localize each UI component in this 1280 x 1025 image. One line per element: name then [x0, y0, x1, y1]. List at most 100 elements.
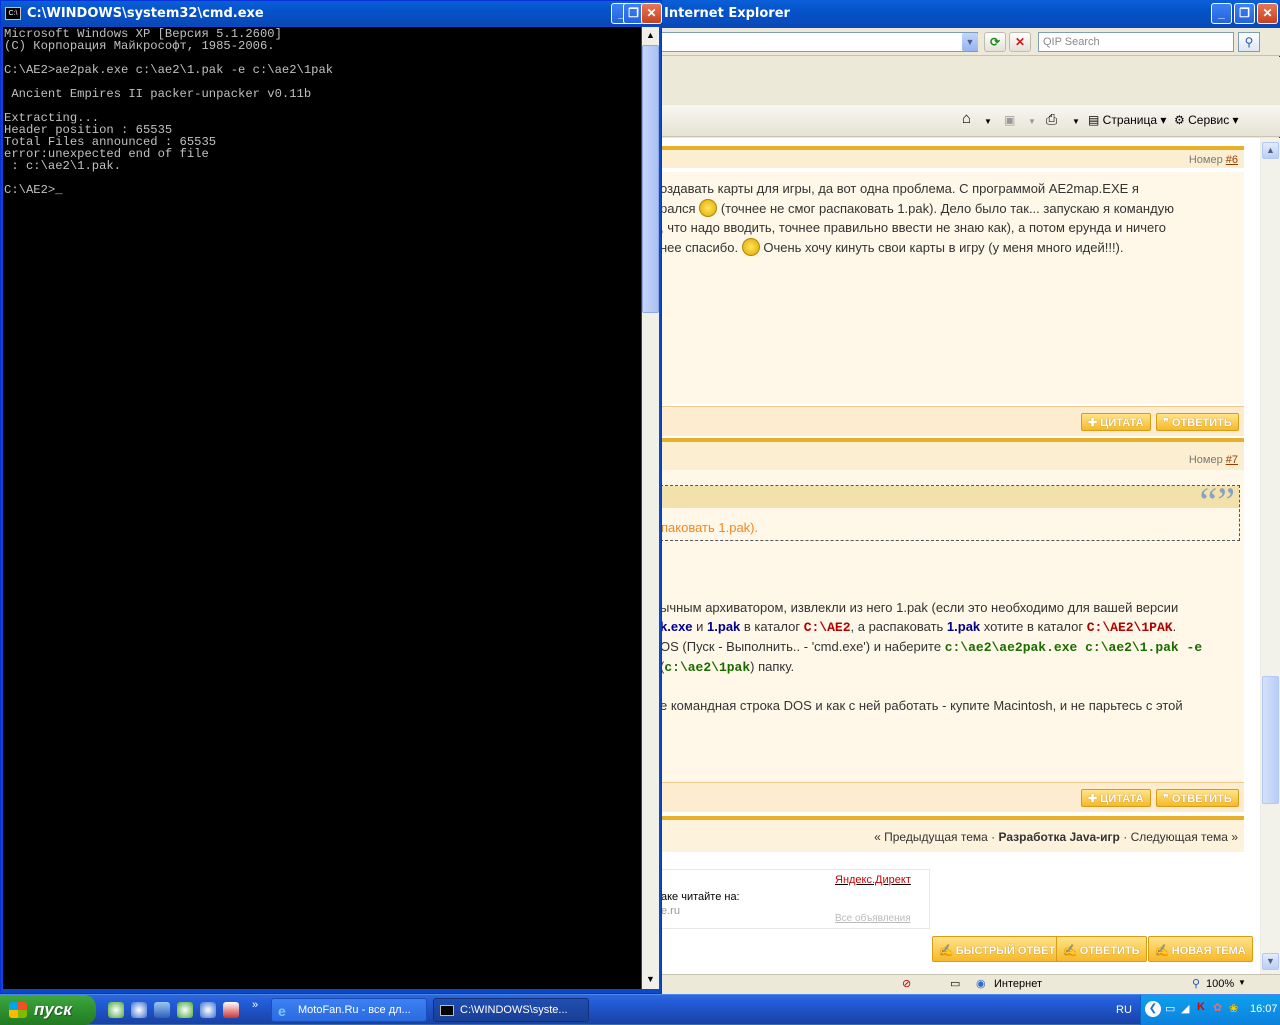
- text: .: [1172, 619, 1177, 634]
- reply-topic-button[interactable]: ✍ ОТВЕТИТЬ: [1056, 936, 1147, 962]
- refresh-icon[interactable]: ⟳: [984, 32, 1006, 52]
- quicklaunch-icon[interactable]: [131, 1002, 147, 1018]
- post-number-link[interactable]: #7: [1226, 454, 1238, 466]
- ad-link[interactable]: e.ru: [661, 905, 680, 917]
- ie-title-bar[interactable]: Internet Explorer: [660, 0, 1280, 28]
- tray-expand-icon[interactable]: ❮: [1145, 1001, 1161, 1017]
- address-dropdown-button[interactable]: ▼: [962, 33, 978, 51]
- start-button[interactable]: пуск: [0, 995, 96, 1025]
- page-scrollbar[interactable]: ▲ ▼: [1260, 138, 1280, 974]
- ie-title: Internet Explorer: [664, 6, 790, 21]
- next-topic-link[interactable]: Следующая тема »: [1131, 830, 1238, 844]
- task-button-ie[interactable]: e MotoFan.Ru - все дл...: [271, 998, 427, 1022]
- thanks-smiley-icon: [741, 237, 760, 256]
- reply-topic-label: ОТВЕТИТЬ: [1079, 945, 1140, 957]
- home-icon[interactable]: ⌂: [962, 110, 971, 127]
- qip-icon[interactable]: ❀: [1229, 1002, 1238, 1015]
- tools-menu[interactable]: ⚙ Сервис ▾: [1174, 113, 1239, 127]
- quick-reply-label: БЫСТРЫЙ ОТВЕТ: [955, 945, 1056, 957]
- path-text: C:\AE2: [803, 620, 851, 635]
- rss-icon[interactable]: ▣: [1004, 113, 1015, 127]
- clock[interactable]: 16:07: [1250, 1003, 1278, 1015]
- ad-title: Яндекс.Директ: [835, 874, 911, 886]
- post-text: ычным архиватором, извлекли из него 1.pa…: [660, 598, 1244, 715]
- post-text: (точнее не смог распаковать 1.pak). Дело…: [720, 200, 1174, 216]
- print-icon[interactable]: ⎙: [1046, 111, 1057, 128]
- zoom-level[interactable]: 100%: [1206, 978, 1234, 990]
- post-number-link[interactable]: #6: [1226, 154, 1238, 166]
- text: в каталог: [740, 619, 804, 634]
- filename-text: 1.pak: [946, 619, 981, 634]
- current-forum-link[interactable]: Разработка Java-игр: [999, 830, 1120, 844]
- show-desktop-icon[interactable]: [154, 1002, 170, 1018]
- quote-button[interactable]: ✚ ЦИТАТА: [1081, 413, 1151, 431]
- quicklaunch-more-button[interactable]: »: [252, 999, 258, 1011]
- quicklaunch-icon[interactable]: [223, 1002, 239, 1018]
- all-ads-link[interactable]: Все объявления: [835, 913, 911, 924]
- console-output[interactable]: Microsoft Windows XP [Версия 5.1.2600] (…: [3, 27, 641, 989]
- qip-search-input[interactable]: QIP Search: [1038, 32, 1234, 52]
- task-label: MotoFan.Ru - все дл...: [298, 1004, 411, 1016]
- task-button-cmd[interactable]: C:\WINDOWS\syste...: [433, 998, 589, 1022]
- post-text-line: OS (Пуск - Выполнить.. - 'cmd.exe') и на…: [660, 637, 1244, 657]
- system-tray: ❮ ▭ ◢ K ✿ ❀ 16:07: [1140, 995, 1280, 1025]
- volume-icon[interactable]: ◢: [1181, 1002, 1189, 1015]
- text: хотите в каталог: [980, 619, 1087, 634]
- post-number-label: Номер: [1188, 454, 1223, 466]
- quicklaunch-icon[interactable]: [200, 1002, 216, 1018]
- reply-button[interactable]: ❞ ОТВЕТИТЬ: [1156, 789, 1239, 807]
- text: и: [692, 619, 708, 634]
- popup-blocked-icon[interactable]: ⊘: [902, 977, 911, 990]
- path-text: C:\AE2\1PAK: [1086, 620, 1173, 635]
- post-text-line: (c:\ae2\1pak) папку.: [660, 657, 1244, 677]
- close-button[interactable]: ✕: [641, 3, 662, 24]
- scroll-thumb[interactable]: [1262, 676, 1279, 804]
- scroll-down-button[interactable]: ▼: [642, 971, 659, 988]
- tray-app-icon[interactable]: ✿: [1213, 1001, 1222, 1014]
- reply-button[interactable]: ❞ ОТВЕТИТЬ: [1156, 413, 1239, 431]
- maximize-button[interactable]: ❐: [1234, 3, 1255, 24]
- prev-topic-link[interactable]: « Предыдущая тема: [874, 830, 988, 844]
- cmd-app-icon[interactable]: C:\: [5, 7, 21, 20]
- scroll-thumb[interactable]: [642, 45, 659, 313]
- minimize-button[interactable]: _: [1211, 3, 1232, 24]
- chevron-down-icon[interactable]: ▼: [1072, 117, 1080, 126]
- network-icon[interactable]: ▭: [1165, 1002, 1175, 1015]
- post-header: Номер #6: [660, 146, 1244, 168]
- post-number-label: Номер: [1188, 154, 1223, 166]
- post-text: нее спасибо.: [660, 239, 739, 255]
- zoom-icon[interactable]: ⚲: [1192, 977, 1200, 990]
- address-input[interactable]: [660, 32, 978, 52]
- post-header: Номер #7: [660, 438, 1244, 470]
- scroll-up-button[interactable]: ▲: [642, 27, 659, 44]
- antivirus-icon[interactable]: K: [1197, 1001, 1205, 1013]
- chevron-down-icon[interactable]: ▼: [984, 117, 992, 126]
- new-topic-button[interactable]: ✍ НОВАЯ ТЕМА: [1148, 936, 1253, 962]
- internet-zone-icon: ◉: [976, 978, 986, 990]
- page-menu-label: Страница: [1102, 113, 1158, 127]
- windows-logo-icon: [9, 1002, 27, 1018]
- page-menu[interactable]: ▤ Страница ▾: [1088, 113, 1166, 127]
- quicklaunch-icon[interactable]: [108, 1002, 124, 1018]
- cmd-title-bar[interactable]: C:\WINDOWS\system32\cmd.exe: [1, 1, 661, 26]
- post-text-line: k.exe и 1.pak в каталог C:\AE2, а распак…: [660, 617, 1244, 637]
- task-label: C:\WINDOWS\syste...: [460, 1004, 568, 1016]
- close-button[interactable]: ✕: [1257, 3, 1278, 24]
- quote-header: [661, 486, 1239, 508]
- chevron-down-icon[interactable]: ▼: [1238, 978, 1246, 987]
- yandex-direct-link[interactable]: Яндекс.Директ: [835, 874, 911, 886]
- scroll-down-button[interactable]: ▼: [1262, 953, 1279, 970]
- stop-icon[interactable]: ✕: [1009, 32, 1031, 52]
- zone-label: Интернет: [994, 978, 1042, 990]
- quick-reply-button[interactable]: ✍ БЫСТРЫЙ ОТВЕТ: [932, 936, 1063, 962]
- quote-button[interactable]: ✚ ЦИТАТА: [1081, 789, 1151, 807]
- scroll-up-button[interactable]: ▲: [1262, 142, 1279, 159]
- chevron-down-icon[interactable]: ▼: [1028, 117, 1036, 126]
- language-indicator[interactable]: RU: [1116, 1004, 1132, 1016]
- post-text-line: е командная строка DOS и как с ней работ…: [660, 698, 1183, 713]
- text: OS (Пуск - Выполнить.. - 'cmd.exe') и на…: [660, 639, 945, 654]
- post-text: Очень хочу кинуть свои карты в игру (у м…: [763, 239, 1124, 255]
- console-scrollbar[interactable]: ▲ ▼: [642, 27, 659, 989]
- quicklaunch-icon[interactable]: [177, 1002, 193, 1018]
- search-icon[interactable]: ⚲: [1238, 32, 1260, 52]
